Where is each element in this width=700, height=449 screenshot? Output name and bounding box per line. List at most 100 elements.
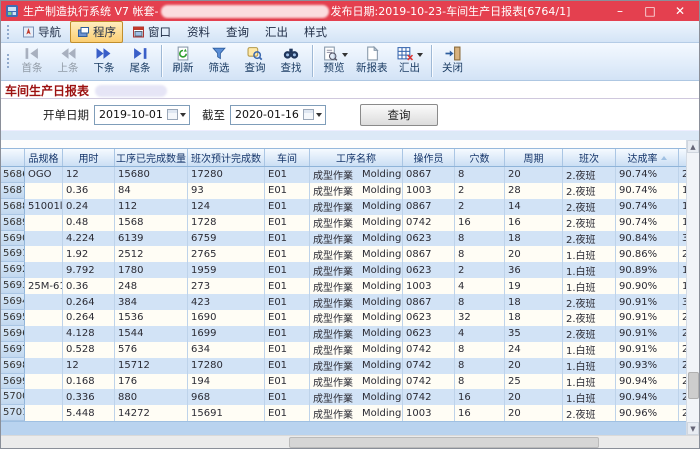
table-row[interactable]: 56911.9225122765E01成型作業Molding08678201.白… — [1, 246, 688, 262]
chevron-down-icon[interactable] — [180, 113, 186, 117]
cell-spec — [25, 294, 63, 310]
toolbar-button-refresh[interactable]: 刷新 — [165, 46, 201, 76]
table-row[interactable]: 569325M-610.36248273E01成型作業Molding100341… — [1, 278, 688, 294]
table-row[interactable]: 5698121571217280E01成型作業Molding07428201.白… — [1, 358, 688, 374]
menu-item-label: 导航 — [38, 24, 61, 40]
cell-process: 成型作業Molding — [310, 278, 403, 294]
table-row[interactable]: 56990.168176194E01成型作業Molding07428251.白班… — [1, 374, 688, 390]
table-row[interactable]: 56929.79217801959E01成型作業Molding06232361.… — [1, 262, 688, 278]
chevron-down-icon[interactable] — [342, 53, 348, 57]
menu-item-data[interactable]: 资料 — [180, 21, 217, 43]
table-row[interactable]: 56964.12815441699E01成型作業Molding06234352.… — [1, 326, 688, 342]
column-header[interactable]: 操作员 — [403, 149, 455, 166]
column-header[interactable]: 工序已完成数量 — [115, 149, 188, 166]
menu-item-navigate[interactable]: 导航 — [15, 21, 68, 43]
menu-item-program[interactable]: 程序 — [70, 21, 123, 43]
process-name-en: Molding — [362, 233, 401, 244]
toolbar-button-preview[interactable]: 预览 — [316, 46, 352, 76]
menu-item-window[interactable]: 窗口 — [125, 21, 178, 43]
menu-item-label: 样式 — [304, 24, 327, 40]
cell-no: 5700 — [1, 389, 25, 405]
cell-process: 成型作業Molding — [310, 246, 403, 262]
table-row[interactable]: 5686OGO121568017280E01成型作業Molding0867820… — [1, 167, 688, 183]
date-to-input[interactable]: 2020-01-16 — [230, 105, 326, 125]
toolbar-button-first: 首条 — [14, 46, 50, 76]
menu-item-query[interactable]: 查询 — [219, 21, 256, 43]
cell-shift: 2.夜班 — [563, 310, 616, 326]
process-name-cn: 成型作業 — [313, 183, 353, 198]
cell-hours: 5.448 — [63, 405, 115, 421]
table-row[interactable]: 56890.4815681728E01成型作業Molding074216162.… — [1, 215, 688, 231]
toolbar-button-find[interactable]: 查找 — [273, 46, 309, 76]
toolbar-button-next[interactable]: 下条 — [86, 46, 122, 76]
horizontal-scroll-thumb[interactable] — [289, 437, 599, 448]
program-icon — [77, 26, 90, 38]
cell-plan: 17280 — [188, 167, 265, 183]
horizontal-scrollbar[interactable] — [1, 435, 699, 449]
column-header[interactable] — [1, 149, 25, 166]
cell-plan: 273 — [188, 278, 265, 294]
scroll-up-icon[interactable]: ▲ — [687, 140, 699, 153]
column-header[interactable]: 班次 — [563, 149, 616, 166]
chevron-down-icon[interactable] — [417, 53, 423, 57]
cell-op: 0742 — [403, 374, 455, 390]
column-header[interactable]: 达成率 — [616, 149, 679, 166]
table-row[interactable]: 56940.264384423E01成型作業Molding08678182.夜班… — [1, 294, 688, 310]
maximize-button[interactable]: □ — [635, 2, 665, 20]
table-row[interactable]: 568851001l0.24112124E01成型作業Molding086721… — [1, 199, 688, 215]
cell-hours: 4.128 — [63, 326, 115, 342]
column-header[interactable]: 穴数 — [455, 149, 505, 166]
toolbar-grip[interactable] — [6, 24, 11, 40]
table-row[interactable]: 57000.336880968E01成型作業Molding074216201.白… — [1, 389, 688, 405]
cell-cycle: 18 — [505, 294, 563, 310]
process-name-cn: 成型作業 — [313, 342, 353, 357]
cell-rate: 90.91% — [616, 294, 679, 310]
toolbar-button-close[interactable]: 关闭 — [435, 46, 471, 76]
process-name-en: Molding — [362, 360, 401, 371]
process-name-cn: 成型作業 — [313, 374, 353, 389]
vertical-scrollbar[interactable]: ▲ ▼ — [686, 140, 699, 435]
table-row[interactable]: 57015.4481427215691E01成型作業Molding1003162… — [1, 405, 688, 421]
table-row[interactable]: 56970.528576634E01成型作業Molding07428241.白班… — [1, 342, 688, 358]
toolbar-grip[interactable] — [6, 53, 11, 69]
query-button[interactable]: 查询 — [360, 104, 438, 126]
cell-op: 0867 — [403, 294, 455, 310]
toolbar-button-new-report[interactable]: 新报表 — [352, 46, 392, 76]
column-header[interactable]: 工序名称 — [310, 149, 403, 166]
cell-op: 1003 — [403, 183, 455, 199]
cell-plan: 2765 — [188, 246, 265, 262]
cell-shift: 2.夜班 — [563, 326, 616, 342]
menu-item-style[interactable]: 样式 — [297, 21, 334, 43]
date-from-input[interactable]: 2019-10-01 — [94, 105, 190, 125]
title-bar: 生产制造执行系统 V7 帐套- 发布日期:2019-10-23-车间生产日报表[… — [1, 1, 699, 21]
minimize-button[interactable]: – — [605, 2, 635, 20]
menu-item-export[interactable]: 汇出 — [258, 21, 295, 43]
column-header[interactable]: 班次预计完成数 — [188, 149, 265, 166]
process-name-en: Molding — [362, 344, 401, 355]
table-row[interactable]: 56904.22461396759E01成型作業Molding06238182.… — [1, 231, 688, 247]
cell-cav: 8 — [455, 167, 505, 183]
toolbar-button-filter[interactable]: 筛选 — [201, 46, 237, 76]
column-header[interactable]: 周期 — [505, 149, 563, 166]
column-header[interactable]: 品规格 — [25, 149, 63, 166]
cell-no: 5698 — [1, 358, 25, 374]
close-button[interactable]: ✕ — [665, 2, 695, 20]
date-from-label: 开单日期 — [43, 107, 89, 123]
sort-indicator-icon — [661, 156, 667, 160]
cell-cycle: 19 — [505, 278, 563, 294]
toolbar-button-last[interactable]: 尾条 — [122, 46, 158, 76]
column-header[interactable]: 用时 — [63, 149, 115, 166]
toolbar-button-query[interactable]: 查询 — [237, 46, 273, 76]
vertical-scroll-thumb[interactable] — [688, 372, 699, 399]
chevron-down-icon[interactable] — [316, 113, 322, 117]
cell-op: 0742 — [403, 342, 455, 358]
table-row[interactable]: 56950.26415361690E01成型作業Molding062332182… — [1, 310, 688, 326]
cell-spec — [25, 374, 63, 390]
cell-cav: 8 — [455, 294, 505, 310]
table-row[interactable]: 56870.368493E01成型作業Molding10032282.夜班90.… — [1, 183, 688, 199]
toolbar-button-export[interactable]: 汇出 — [392, 46, 428, 76]
cell-cycle: 16 — [505, 215, 563, 231]
scroll-down-icon[interactable]: ▼ — [687, 422, 699, 435]
cell-process: 成型作業Molding — [310, 405, 403, 421]
column-header[interactable]: 车间 — [265, 149, 310, 166]
